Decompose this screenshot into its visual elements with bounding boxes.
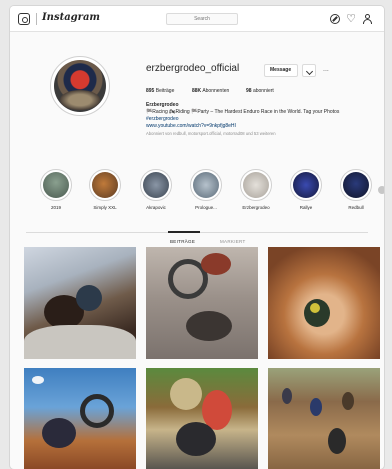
highlight-label: Redbull bbox=[348, 205, 364, 210]
more-options-icon[interactable]: ... bbox=[323, 66, 329, 73]
highlight-cover bbox=[143, 172, 169, 198]
post-image-detail bbox=[176, 422, 216, 456]
post-image-detail bbox=[186, 311, 232, 341]
stat-posts-count: 895 bbox=[146, 88, 155, 94]
post-image-detail bbox=[76, 285, 102, 311]
highlight-item[interactable]: Redbull bbox=[340, 169, 372, 210]
highlight-label: Simply XXL bbox=[93, 205, 117, 210]
highlight-label: 2019 bbox=[50, 205, 61, 210]
bio-hashtag-link[interactable]: #erzbergrodeo bbox=[146, 116, 179, 122]
highlight-item[interactable]: Rallye bbox=[290, 169, 322, 210]
highlight-cover bbox=[243, 172, 269, 198]
browser-window: Instagram ♡ erzbergrodeo_official Messag… bbox=[10, 6, 384, 469]
follow-dropdown-button[interactable] bbox=[302, 64, 316, 77]
tab-tagged[interactable]: MARKIERT bbox=[220, 239, 246, 244]
stat-following-label: abonniert bbox=[252, 88, 274, 94]
compass-icon[interactable] bbox=[330, 14, 340, 24]
highlight-item[interactable]: Prologue... bbox=[190, 169, 222, 210]
post-image-detail bbox=[170, 378, 202, 410]
stat-following-count: 98 bbox=[246, 88, 252, 94]
stat-following[interactable]: 98 abonniert bbox=[246, 88, 274, 94]
highlight-item[interactable]: 2019 bbox=[40, 169, 72, 210]
highlight-ring bbox=[340, 169, 372, 201]
highlight-cover bbox=[43, 172, 69, 198]
highlight-cover bbox=[92, 172, 118, 198]
post-image-detail bbox=[328, 428, 346, 454]
stat-followers-count: 88K bbox=[192, 88, 202, 94]
bio-website-link[interactable]: www.youtube.com/watch?v=9nkpfjg8eHI bbox=[146, 123, 236, 129]
person-icon[interactable] bbox=[362, 14, 372, 24]
post-thumbnail[interactable] bbox=[146, 247, 258, 359]
highlight-ring bbox=[290, 169, 322, 201]
post-thumbnail[interactable] bbox=[146, 368, 258, 469]
highlight-item[interactable]: Akrapovic bbox=[140, 169, 172, 210]
highlight-cover bbox=[293, 172, 319, 198]
post-image-detail bbox=[310, 398, 322, 416]
tab-active-indicator bbox=[168, 231, 200, 233]
instagram-logo[interactable]: Instagram bbox=[42, 12, 100, 23]
search-input[interactable] bbox=[166, 13, 238, 25]
highlight-ring bbox=[140, 169, 172, 201]
highlight-item[interactable]: Erzbergrodeo bbox=[240, 169, 272, 210]
profile-avatar bbox=[54, 60, 106, 112]
highlight-item[interactable]: Simply XXL bbox=[89, 169, 121, 210]
post-image-detail bbox=[42, 418, 76, 448]
highlight-label: Rallye bbox=[299, 205, 313, 210]
bio-description: 🏁Racing 🏍Riding 🏁Party – The Hardest End… bbox=[146, 109, 340, 115]
post-image-detail bbox=[201, 253, 231, 275]
stat-posts: 895 Beiträge bbox=[146, 88, 174, 94]
post-image-detail bbox=[342, 392, 354, 410]
message-button[interactable]: Message bbox=[264, 64, 298, 77]
bio-name: Erzbergrodeo bbox=[146, 102, 179, 108]
highlight-ring bbox=[240, 169, 272, 201]
profile-username: erzbergrodeo_official bbox=[146, 63, 240, 74]
post-thumbnail[interactable] bbox=[268, 247, 380, 359]
highlight-cover bbox=[343, 172, 369, 198]
stat-followers[interactable]: 88K Abonnenten bbox=[192, 88, 229, 94]
person-icon-body bbox=[363, 19, 372, 24]
post-thumbnail[interactable] bbox=[268, 368, 380, 469]
instagram-glyph-icon[interactable] bbox=[18, 13, 30, 25]
post-image-detail bbox=[310, 303, 320, 313]
post-image-detail bbox=[80, 394, 114, 428]
heart-icon[interactable]: ♡ bbox=[346, 14, 356, 25]
highlight-label: Erzbergrodeo bbox=[242, 205, 270, 210]
followed-by-text[interactable]: Abonniert von redbull, motorsport.offici… bbox=[146, 131, 276, 136]
page: Instagram ♡ erzbergrodeo_official Messag… bbox=[0, 0, 392, 469]
logo-divider bbox=[36, 13, 37, 25]
stat-followers-label: Abonnenten bbox=[202, 88, 230, 94]
post-image-detail bbox=[282, 388, 292, 404]
highlight-ring bbox=[89, 169, 121, 201]
profile-avatar-ring[interactable] bbox=[50, 56, 110, 116]
post-thumbnail[interactable] bbox=[24, 368, 136, 469]
tab-posts[interactable]: BEITRÄGE bbox=[170, 239, 195, 244]
highlight-label: Akrapovic bbox=[146, 205, 166, 210]
top-navigation-bar: Instagram ♡ bbox=[10, 6, 384, 32]
highlight-cover bbox=[193, 172, 219, 198]
post-image-detail bbox=[32, 376, 44, 384]
post-thumbnail[interactable] bbox=[24, 247, 136, 359]
highlight-ring bbox=[190, 169, 222, 201]
highlight-label: Prologue... bbox=[195, 205, 217, 210]
highlight-ring bbox=[40, 169, 72, 201]
highlights-next-arrow-icon[interactable] bbox=[378, 186, 384, 194]
stat-posts-label: Beiträge bbox=[155, 88, 175, 94]
post-image-detail bbox=[24, 325, 136, 359]
